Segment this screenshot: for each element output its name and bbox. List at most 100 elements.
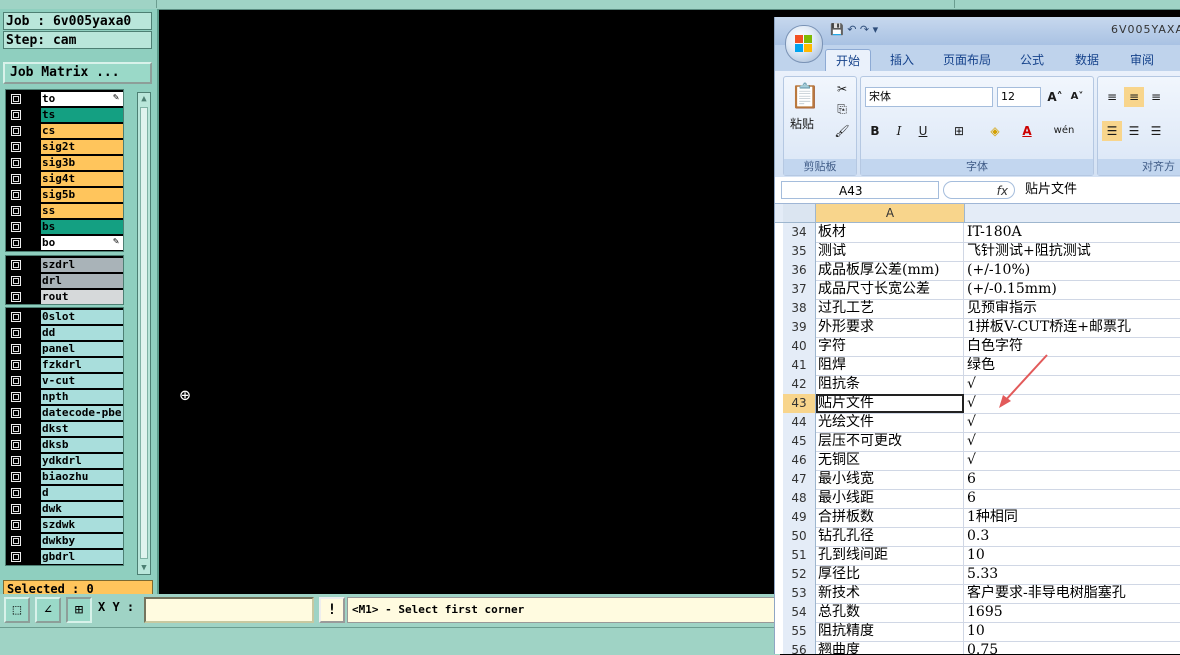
cell-a[interactable]: 板材 [816,223,964,242]
cell-a[interactable]: 成品尺寸长宽公差 [816,280,964,299]
cell-b[interactable]: IT-180A [965,223,1180,242]
layer-name[interactable]: ss [41,204,123,218]
cell-b[interactable]: 0.3 [965,527,1180,546]
layer-name[interactable]: d [41,486,123,500]
scroll-thumb[interactable] [140,107,148,559]
layer-name[interactable]: rout [41,290,123,304]
cell-b[interactable]: 1拼板V-CUT桥连+邮票孔 [965,318,1180,337]
paste-label[interactable]: 粘贴 [790,115,814,132]
cell-b[interactable]: (+/-0.15mm) [965,280,1180,299]
layer-name[interactable]: sig5b [41,188,123,202]
layer-name[interactable]: sig2t [41,140,123,154]
layer-name[interactable]: v-cut [41,374,123,388]
layer-name[interactable]: ts [41,108,123,122]
cell-a[interactable]: 成品板厚公差(mm) [816,261,964,280]
layer-row[interactable]: panel [6,341,123,357]
layer-row[interactable]: rout [6,289,123,305]
layer-row[interactable]: bo ✎ [6,235,123,251]
fill-color-icon[interactable]: ◈ [985,121,1005,141]
layer-checkbox[interactable] [11,312,21,322]
cell-a[interactable]: 合拼板数 [816,508,964,527]
layer-checkbox[interactable] [11,190,21,200]
formula-input[interactable]: 贴片文件 [1025,180,1077,200]
layer-row[interactable]: drl [6,273,123,289]
ribbon-tab[interactable]: 数据 [1065,49,1109,71]
name-box[interactable]: A43 [781,181,939,199]
layer-name[interactable]: to [41,92,123,106]
align-right-icon[interactable]: ☰ [1146,121,1166,141]
layer-row[interactable]: szdrl [6,257,123,273]
cut-icon[interactable]: ✂ [832,79,852,99]
row-number[interactable]: 39 [783,318,816,337]
cell-a[interactable]: 钻孔孔径 [816,527,964,546]
cell-b[interactable]: 飞针测试+阻抗测试 [965,242,1180,261]
row-number[interactable]: 38 [783,299,816,318]
layer-name[interactable]: biaozhu [41,470,123,484]
cell-a[interactable]: 过孔工艺 [816,299,964,318]
ribbon-tab[interactable]: 页面布局 [935,49,999,71]
row-number[interactable]: 34 [783,223,816,242]
ribbon-tab[interactable]: 插入 [880,49,924,71]
layer-checkbox[interactable] [11,360,21,370]
layer-checkbox[interactable] [11,206,21,216]
layer-row[interactable]: dkst [6,421,123,437]
layer-checkbox[interactable] [11,552,21,562]
cell-a[interactable]: 无铜区 [816,451,964,470]
cell-a[interactable]: 阻焊 [816,356,964,375]
layer-checkbox[interactable] [11,158,21,168]
layer-scrollbar[interactable]: ▲ ▼ [137,92,151,575]
copy-icon[interactable]: ⎘ [832,99,852,119]
layer-name[interactable]: drl [41,274,123,288]
layer-row[interactable]: ts [6,107,123,123]
row-number[interactable]: 49 [783,508,816,527]
cell-a[interactable]: 总孔数 [816,603,964,622]
layer-checkbox[interactable] [11,376,21,386]
quick-access-toolbar[interactable]: 💾 ↶ ↷ ▾ [830,23,878,36]
cell-a[interactable]: 翘曲度 [816,641,964,654]
layer-row[interactable]: dd [6,325,123,341]
layer-name[interactable]: cs [41,124,123,138]
ribbon-tab[interactable]: 审阅 [1120,49,1164,71]
layer-checkbox[interactable] [11,292,21,302]
layer-name[interactable]: datecode-pbe [41,406,123,420]
align-center-icon[interactable]: ☰ [1124,121,1144,141]
cell-b[interactable]: 1种相同 [965,508,1180,527]
layer-name[interactable]: dd [41,326,123,340]
layer-checkbox[interactable] [11,344,21,354]
row-number[interactable]: 50 [783,527,816,546]
layer-row[interactable]: dwk [6,501,123,517]
layer-name[interactable]: fzkdrl [41,358,123,372]
row-number[interactable]: 43 [783,394,816,413]
layer-row[interactable]: biaozhu [6,469,123,485]
layer-checkbox[interactable] [11,276,21,286]
layer-name[interactable]: dwkby [41,534,123,548]
layer-name[interactable]: ydkdrl [41,454,123,468]
layer-row[interactable]: szdwk [6,517,123,533]
paste-icon[interactable]: 📋 [790,79,820,113]
layer-checkbox[interactable] [11,174,21,184]
zoom-box-icon[interactable]: ⬚ [4,597,30,623]
layer-row[interactable]: gbdrl [6,549,123,565]
layer-row[interactable]: cs [6,123,123,139]
layer-name[interactable]: 0slot [41,310,123,324]
cell-b[interactable]: 6 [965,489,1180,508]
layer-checkbox[interactable] [11,238,21,248]
measure-icon[interactable]: ∠ [35,597,61,623]
row-number[interactable]: 41 [783,356,816,375]
row-number[interactable]: 45 [783,432,816,451]
cell-b[interactable]: 10 [965,546,1180,565]
layer-row[interactable]: ydkdrl [6,453,123,469]
font-size-select[interactable]: 12 [997,87,1041,107]
layer-checkbox[interactable] [11,392,21,402]
layer-checkbox[interactable] [11,504,21,514]
scroll-down-arrow-icon[interactable]: ▼ [139,562,149,574]
layer-row[interactable]: dwkby [6,533,123,549]
scroll-up-arrow-icon[interactable]: ▲ [139,93,149,105]
cell-a[interactable]: 最小线距 [816,489,964,508]
row-number[interactable]: 35 [783,242,816,261]
cell-a[interactable]: 测试 [816,242,964,261]
layer-row[interactable]: fzkdrl [6,357,123,373]
layer-name[interactable]: dwk [41,502,123,516]
italic-button[interactable]: I [889,121,909,141]
cell-b[interactable]: 见预审指示 [965,299,1180,318]
